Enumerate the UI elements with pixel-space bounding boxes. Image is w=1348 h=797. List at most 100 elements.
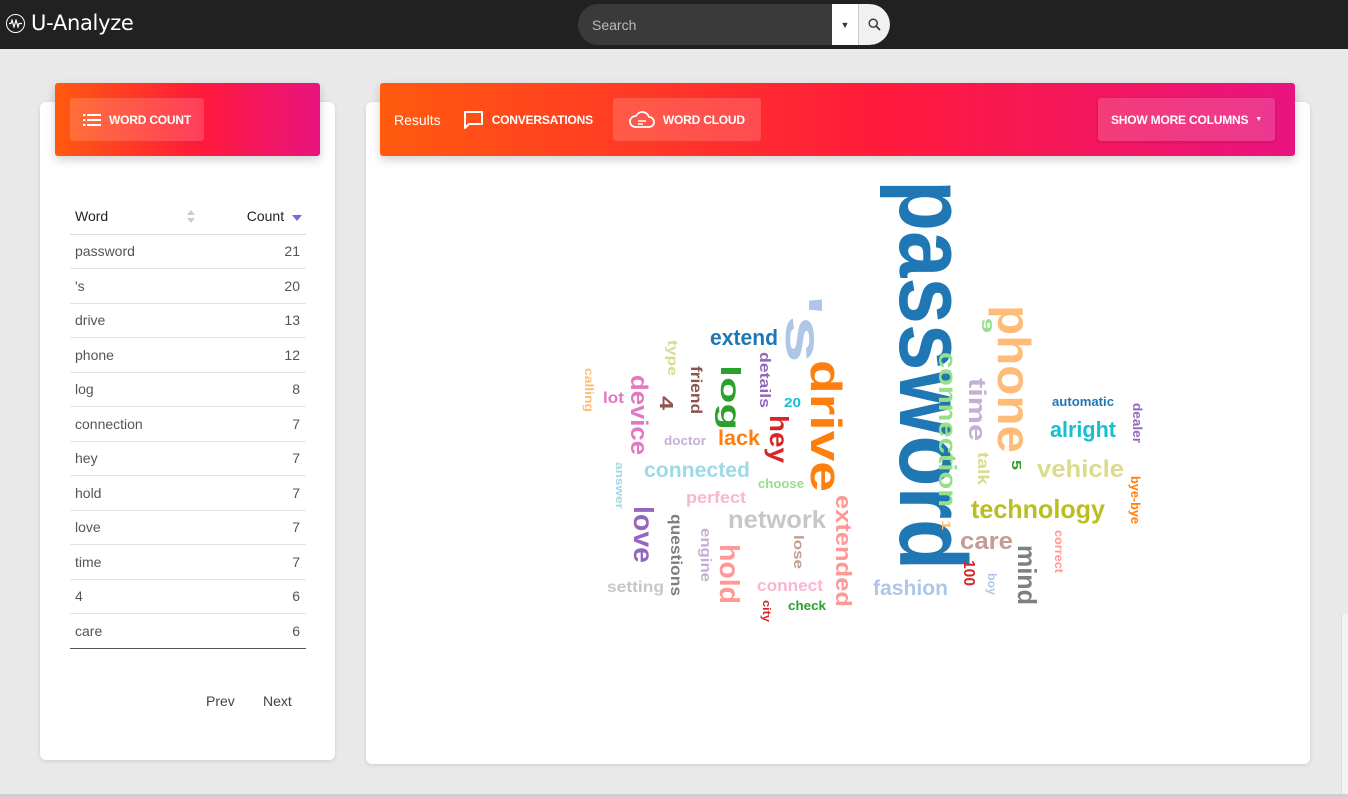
table-row: hold 7 bbox=[70, 475, 306, 511]
list-icon bbox=[83, 113, 101, 126]
cloud-word: drive bbox=[801, 360, 850, 492]
cloud-word: city bbox=[760, 600, 772, 623]
cloud-word: password bbox=[879, 180, 986, 570]
count-cell: 6 bbox=[195, 613, 306, 649]
cloud-word: 20 bbox=[784, 395, 801, 410]
prev-page-button[interactable]: Prev bbox=[206, 693, 235, 709]
cloud-word: connected bbox=[644, 459, 750, 482]
cloud-word: 9 bbox=[978, 318, 995, 333]
cloud-word: connect bbox=[757, 576, 823, 595]
cloud-word: hold bbox=[714, 544, 745, 604]
cloud-word: hey bbox=[764, 415, 794, 464]
cloud-word: log bbox=[715, 365, 746, 430]
word-cell: log bbox=[70, 372, 196, 407]
cloud-word: automatic bbox=[1052, 394, 1114, 409]
count-cell: 20 bbox=[195, 268, 306, 304]
cloud-word: lack bbox=[718, 427, 760, 450]
cloud-word: connection bbox=[933, 352, 961, 507]
cloud-word: calling bbox=[582, 368, 596, 412]
caret-down-icon: ▼ bbox=[840, 19, 850, 30]
word-count-table: Word Count password 21's 20 drive 13 phone 12 l… bbox=[70, 200, 306, 649]
conversations-tab[interactable]: CONVERSATIONS bbox=[447, 98, 609, 141]
count-cell: 12 bbox=[195, 337, 306, 373]
cloud-word: boy bbox=[985, 573, 999, 595]
cloud-word: 5 bbox=[1009, 460, 1024, 470]
count-cell: 6 bbox=[195, 579, 306, 614]
search-bar: ▼ bbox=[578, 4, 890, 45]
cloud-word: network bbox=[728, 506, 826, 534]
cloud-word: alright bbox=[1050, 417, 1117, 442]
word-cell: phone bbox=[70, 337, 196, 373]
cloud-word: bye-bye bbox=[1128, 476, 1143, 524]
word-cloud-tab[interactable]: WORD CLOUD bbox=[612, 98, 761, 141]
cloud-word: extend bbox=[710, 325, 778, 350]
table-row: 46 bbox=[70, 579, 306, 614]
waveform-logo-icon bbox=[6, 13, 25, 33]
count-cell: 21 bbox=[195, 234, 306, 269]
chat-bubble-icon bbox=[463, 110, 483, 129]
brand[interactable]: U-Analyze bbox=[6, 11, 134, 35]
word-cell: hey bbox=[70, 441, 196, 476]
table-row: hey 7 bbox=[70, 441, 306, 476]
table-row: drive 13 bbox=[70, 303, 306, 338]
word-cell: care bbox=[70, 613, 196, 649]
search-button[interactable] bbox=[858, 4, 890, 45]
cloud-word: doctor bbox=[664, 433, 706, 448]
word-cell: time bbox=[70, 544, 196, 580]
search-dropdown-button[interactable]: ▼ bbox=[832, 4, 858, 45]
next-page-button[interactable]: Next bbox=[263, 693, 292, 709]
table-row: connection 7 bbox=[70, 406, 306, 442]
cloud-word: questions bbox=[667, 514, 684, 596]
word-cell: connection bbox=[70, 406, 196, 442]
top-bar: U-Analyze ▼ bbox=[0, 0, 1348, 49]
cloud-word: technology bbox=[971, 494, 1106, 524]
word-cloud: password'sdrive phoneextendlog connection t… bbox=[582, 180, 1145, 623]
count-cell: 7 bbox=[195, 510, 306, 545]
cloud-word: choose bbox=[758, 476, 804, 491]
cloud-word: engine bbox=[697, 528, 714, 582]
word-cell: love bbox=[70, 510, 196, 545]
count-column-header[interactable]: Count bbox=[195, 200, 306, 235]
cloud-word: fashion bbox=[873, 577, 948, 600]
word-cell: drive bbox=[70, 303, 196, 338]
cloud-word: friend bbox=[687, 366, 704, 414]
word-column-header[interactable]: Word bbox=[70, 200, 196, 235]
scrollbar[interactable] bbox=[1341, 614, 1348, 797]
word-cell: 's bbox=[70, 268, 196, 304]
table-row: log 8 bbox=[70, 372, 306, 407]
word-count-tab[interactable]: WORD COUNT bbox=[70, 98, 204, 141]
cloud-word: care bbox=[960, 528, 1013, 555]
cloud-word: 100 bbox=[960, 560, 977, 586]
count-cell: 7 bbox=[195, 441, 306, 476]
table-row: love 7 bbox=[70, 510, 306, 545]
word-cell: hold bbox=[70, 475, 196, 511]
count-cell: 8 bbox=[195, 372, 306, 407]
count-cell: 7 bbox=[195, 406, 306, 442]
cloud-word: vehicle bbox=[1037, 456, 1124, 483]
cloud-word: dealer bbox=[1130, 403, 1145, 443]
cloud-word: perfect bbox=[686, 488, 746, 507]
search-input[interactable] bbox=[578, 4, 832, 45]
cloud-word: details bbox=[756, 352, 773, 408]
table-row: password 21 bbox=[70, 234, 306, 269]
results-header: Results CONVERSATIONS WORD CLOUD SHOW MO… bbox=[380, 83, 1295, 156]
word-count-header: WORD COUNT bbox=[55, 83, 320, 156]
count-cell: 7 bbox=[195, 475, 306, 511]
cloud-word: lose bbox=[791, 535, 807, 569]
cloud-word: mind bbox=[1012, 545, 1042, 605]
cloud-icon bbox=[628, 110, 655, 128]
word-count-tab-label: WORD COUNT bbox=[109, 112, 191, 127]
word-cell: 4 bbox=[70, 579, 196, 614]
results-label: Results bbox=[394, 111, 441, 128]
show-more-columns-button[interactable]: SHOW MORE COLUMNS ▼ bbox=[1098, 98, 1275, 141]
count-cell: 7 bbox=[195, 544, 306, 580]
cloud-word: extended bbox=[831, 495, 856, 607]
table-row: time 7 bbox=[70, 544, 306, 580]
cloud-word: talk bbox=[974, 452, 991, 485]
cloud-word: answer bbox=[613, 462, 625, 510]
cloud-word: setting bbox=[607, 579, 664, 596]
cloud-word: time bbox=[963, 378, 990, 441]
search-icon bbox=[868, 18, 881, 31]
sort-unsorted-icon bbox=[187, 209, 196, 226]
cloud-word: 1 bbox=[939, 520, 953, 530]
